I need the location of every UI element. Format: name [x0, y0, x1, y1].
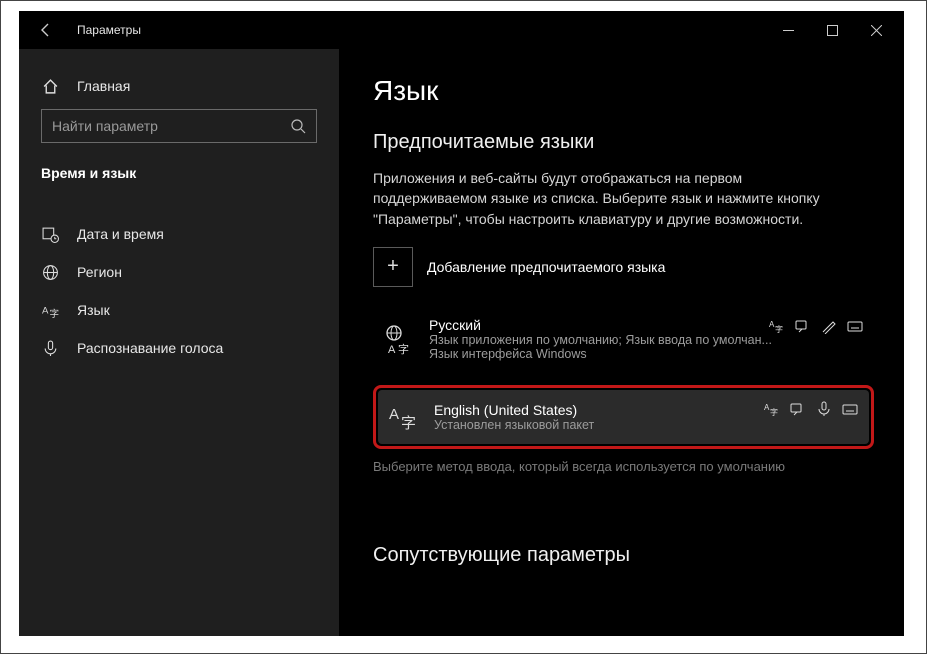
sidebar-item-date-time[interactable]: Дата и время	[19, 215, 339, 253]
input-method-hint[interactable]: Выберите метод ввода, который всегда исп…	[373, 459, 874, 474]
display-language-icon: A字	[763, 400, 781, 418]
globe-icon	[41, 263, 59, 281]
svg-text:A: A	[42, 305, 49, 316]
titlebar: Параметры	[19, 11, 904, 49]
calendar-clock-icon	[41, 225, 59, 243]
language-subtitle-2: Язык интерфейса Windows	[429, 347, 862, 361]
sidebar-item-label: Распознавание голоса	[77, 340, 223, 356]
handwriting-icon	[820, 317, 838, 335]
sidebar-item-language[interactable]: A字 Язык	[19, 291, 339, 329]
sidebar-item-speech[interactable]: Распознавание голоса	[19, 329, 339, 367]
language-item-russian[interactable]: A 字 Русский Язык приложения по умолчанию…	[373, 307, 874, 371]
home-icon	[41, 77, 59, 95]
svg-text:字: 字	[49, 307, 59, 318]
related-section-title: Сопутствующие параметры	[373, 544, 874, 567]
sidebar-category: Время и язык	[19, 153, 339, 199]
minimize-button[interactable]	[766, 15, 810, 45]
svg-text:A: A	[388, 344, 396, 355]
sidebar-home-label: Главная	[77, 78, 130, 94]
search-box[interactable]	[41, 109, 317, 143]
svg-text:字: 字	[770, 407, 778, 417]
svg-text:字: 字	[398, 342, 409, 355]
language-item-english[interactable]: A 字 English (United States) Установлен я…	[378, 390, 869, 444]
back-button[interactable]	[33, 17, 59, 43]
language-subtitle: Язык приложения по умолчанию; Язык ввода…	[429, 333, 824, 347]
svg-text:字: 字	[775, 324, 783, 334]
keyboard-icon	[846, 317, 864, 335]
page-title: Язык	[373, 75, 874, 107]
language-icon: A字	[41, 301, 59, 319]
svg-text:A: A	[389, 406, 399, 423]
add-language-button[interactable]: + Добавление предпочитаемого языка	[373, 247, 874, 287]
language-globe-icon: A 字	[381, 322, 415, 356]
section-description: Приложения и веб-сайты будут отображатьс…	[373, 168, 853, 229]
sidebar-item-region[interactable]: Регион	[19, 253, 339, 291]
display-language-icon: A字	[768, 317, 786, 335]
text-to-speech-icon	[794, 317, 812, 335]
text-to-speech-icon	[789, 400, 807, 418]
sidebar-item-label: Дата и время	[77, 226, 164, 242]
speech-recognition-icon	[815, 400, 833, 418]
svg-text:字: 字	[401, 415, 416, 432]
close-button[interactable]	[854, 15, 898, 45]
main-content: Язык Предпочитаемые языки Приложения и в…	[339, 49, 904, 636]
add-language-label: Добавление предпочитаемого языка	[427, 259, 665, 275]
microphone-icon	[41, 339, 59, 357]
search-icon	[290, 118, 306, 134]
search-input[interactable]	[52, 118, 282, 134]
sidebar-item-label: Регион	[77, 264, 122, 280]
sidebar-item-label: Язык	[77, 302, 110, 318]
sidebar: Главная Время и язык Дата и время	[19, 49, 339, 636]
section-title: Предпочитаемые языки	[373, 131, 874, 154]
maximize-button[interactable]	[810, 15, 854, 45]
language-item-english-highlight: A 字 English (United States) Установлен я…	[373, 385, 874, 449]
window-title: Параметры	[77, 23, 766, 37]
keyboard-icon	[841, 400, 859, 418]
language-char-icon: A 字	[386, 400, 420, 434]
sidebar-home[interactable]: Главная	[19, 67, 339, 105]
settings-window: Параметры Главная	[19, 11, 904, 636]
plus-icon: +	[373, 247, 413, 287]
language-subtitle: Установлен языковой пакет	[434, 418, 829, 432]
